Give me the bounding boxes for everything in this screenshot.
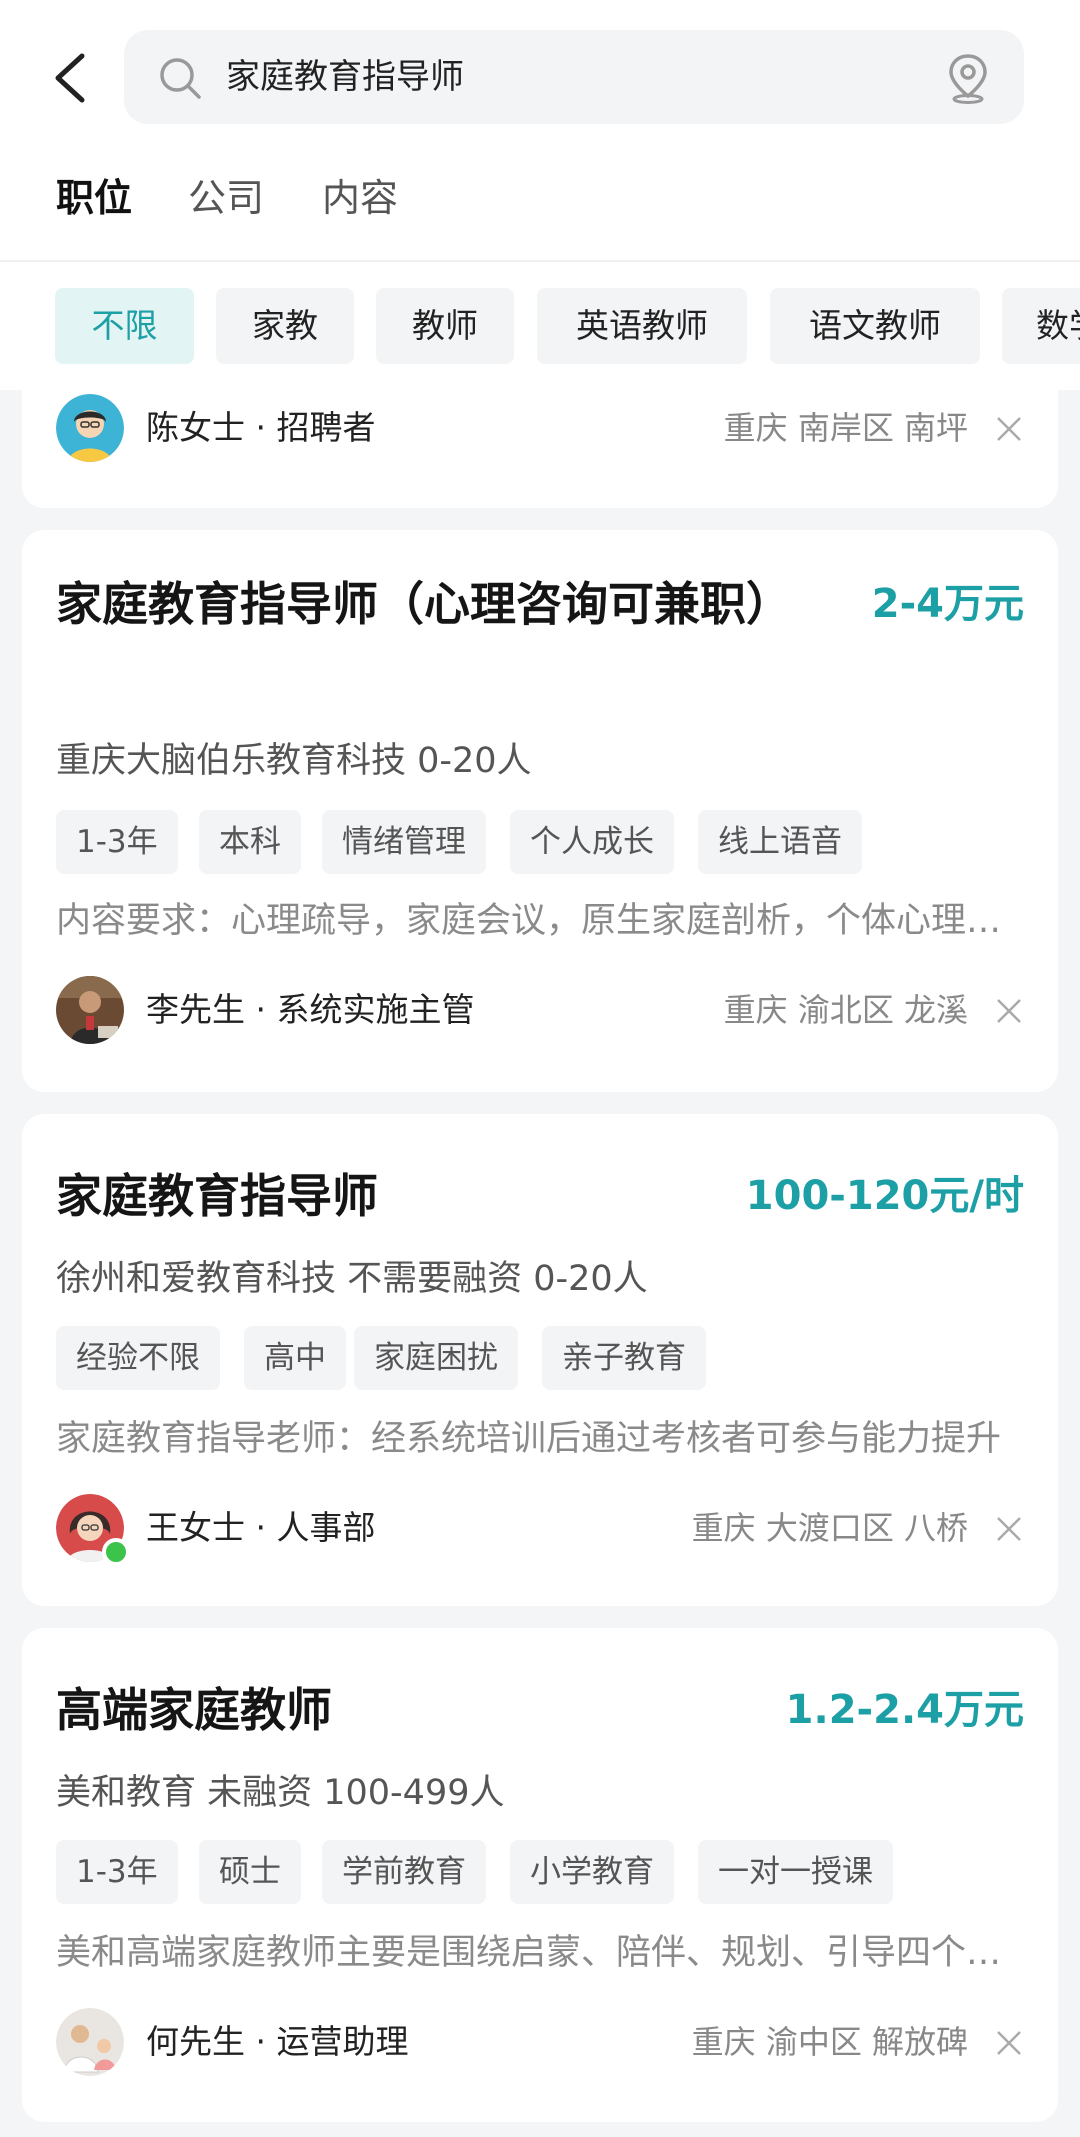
job-tag: 家庭困扰 (354, 1326, 518, 1390)
company-info: 重庆大脑伯乐教育科技 0-20人 (56, 741, 532, 781)
filter-chip-english-teacher[interactable]: 英语教师 (537, 288, 747, 364)
recruiter-avatar (56, 976, 124, 1044)
job-tag: 亲子教育 (542, 1326, 706, 1390)
close-icon[interactable] (994, 2028, 1024, 2058)
job-tag: 高中 (244, 1326, 346, 1390)
job-tag: 1-3年 (56, 810, 178, 874)
job-tag: 线上语音 (698, 810, 862, 874)
job-description: 美和高端家庭教师主要是围绕启蒙、陪伴、规划、引导四个方面 (56, 1933, 1024, 1973)
recruiter-name: 王女士 · 人事部 (146, 1508, 376, 1547)
job-tag: 硕士 (199, 1840, 301, 1904)
job-salary: 2-4万元 (871, 581, 1024, 627)
close-icon[interactable] (994, 414, 1024, 444)
filter-chip-all[interactable]: 不限 (55, 288, 194, 364)
search-icon (160, 58, 201, 99)
recruiter-name: 李先生 · 系统实施主管 (146, 990, 475, 1029)
job-location: 重庆 大渡口区 八桥 (691, 1509, 968, 1547)
recruiter-avatar (56, 394, 124, 462)
tab-companies[interactable]: 公司 (188, 168, 264, 228)
job-card[interactable]: 家庭教育指导师 100-120元/时 徐州和爱教育科技 不需要融资 0-20人 … (22, 1114, 1058, 1606)
recruiter-name: 何先生 · 运营助理 (146, 2022, 409, 2061)
job-tag: 1-3年 (56, 1840, 178, 1904)
job-tag: 一对一授课 (698, 1840, 893, 1904)
job-salary: 1.2-2.4万元 (785, 1687, 1024, 1733)
filter-chip-teacher[interactable]: 教师 (376, 288, 514, 364)
tab-jobs[interactable]: 职位 (56, 168, 132, 228)
job-tag: 个人成长 (510, 810, 674, 874)
filter-chip-math[interactable]: 数学 (1002, 288, 1080, 364)
recruiter-name: 陈女士 · 招聘者 (146, 408, 376, 447)
job-salary: 100-120元/时 (745, 1173, 1024, 1219)
job-description: 家庭教育指导老师：经系统培训后通过考核者可参与能力提升 (56, 1419, 1002, 1459)
online-status-dot (102, 1538, 130, 1566)
job-location: 重庆 渝北区 龙溪 (723, 991, 968, 1029)
filter-chip-tutor[interactable]: 家教 (216, 288, 354, 364)
close-icon[interactable] (994, 996, 1024, 1026)
company-info: 美和教育 未融资 100-499人 (56, 1773, 505, 1813)
job-location: 重庆 南岸区 南坪 (723, 409, 968, 447)
filter-chips: 不限 家教 教师 英语教师 语文教师 数学 (0, 262, 1080, 390)
job-title: 家庭教育指导师（心理咨询可兼职） (56, 577, 792, 631)
job-tag: 学前教育 (322, 1840, 486, 1904)
job-card-partial[interactable]: 陈女士 · 招聘者 重庆 南岸区 南坪 (22, 390, 1058, 508)
tab-content[interactable]: 内容 (322, 168, 398, 228)
job-location: 重庆 渝中区 解放碑 (691, 2023, 968, 2061)
header: 家庭教育指导师 职位 公司 内容 (0, 0, 1080, 262)
company-info: 徐州和爱教育科技 不需要融资 0-20人 (56, 1259, 648, 1299)
search-input[interactable]: 家庭教育指导师 (124, 30, 1024, 124)
job-tag: 本科 (199, 810, 301, 874)
job-card[interactable]: 高端家庭教师 1.2-2.4万元 美和教育 未融资 100-499人 1-3年 … (22, 1628, 1058, 2122)
job-card[interactable]: 家庭教育指导师（心理咨询可兼职） 2-4万元 重庆大脑伯乐教育科技 0-20人 … (22, 530, 1058, 1092)
job-tag: 情绪管理 (322, 810, 486, 874)
close-icon[interactable] (994, 1514, 1024, 1544)
job-tag: 小学教育 (510, 1840, 674, 1904)
job-tag: 经验不限 (56, 1326, 220, 1390)
filter-chip-chinese-teacher[interactable]: 语文教师 (770, 288, 980, 364)
location-pin-icon[interactable] (946, 52, 990, 104)
job-title: 高端家庭教师 (56, 1683, 332, 1737)
search-query: 家庭教育指导师 (226, 57, 464, 97)
job-title: 家庭教育指导师 (56, 1169, 378, 1223)
job-description: 内容要求：心理疏导，家庭会议，原生家庭剖析，个体心理咨询 (56, 901, 1024, 941)
recruiter-avatar (56, 2008, 124, 2076)
back-arrow-icon[interactable] (48, 48, 92, 108)
